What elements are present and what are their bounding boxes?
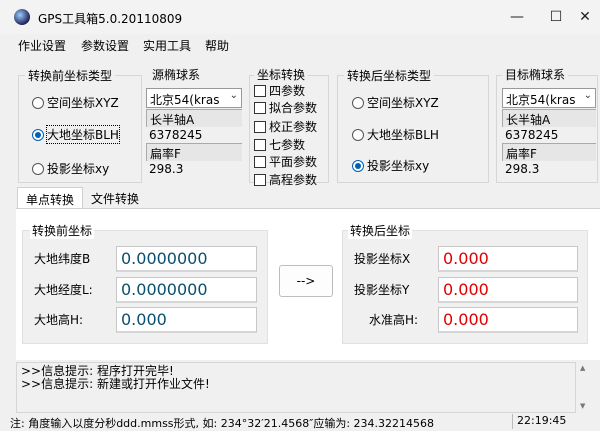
scroll-up-icon[interactable]: ▲	[580, 364, 585, 372]
convert-button[interactable]: -->	[279, 265, 333, 297]
src-radio-xyz-label: 空间坐标XYZ	[47, 96, 119, 110]
height-input[interactable]: 0.000	[116, 307, 257, 333]
check-seven-params[interactable]: 七参数	[254, 136, 305, 153]
menu-utilities[interactable]: 实用工具	[143, 37, 191, 54]
level-height-label: 水准高H:	[369, 313, 419, 327]
status-time: 22:19:45	[512, 414, 592, 429]
minimize-button[interactable]: —	[507, 8, 527, 26]
after-coord-label: 转换后坐标	[348, 222, 413, 239]
tab-single-point[interactable]: 单点转换	[17, 187, 83, 209]
check-seven-params-label: 七参数	[269, 138, 306, 152]
menu-bar: 作业设置 参数设置 实用工具 帮助	[0, 34, 600, 56]
src-radio-blh-label: 大地坐标BLH	[46, 125, 120, 144]
title-bar: GPS工具箱5.0.20110809 — ☐ ✕	[0, 0, 600, 34]
lat-input[interactable]: 0.0000000	[116, 246, 257, 272]
log-line: >>信息提示: 新建或打开作业文件!	[21, 377, 210, 391]
window-title: GPS工具箱5.0.20110809	[38, 12, 183, 26]
lon-input[interactable]: 0.0000000	[116, 277, 257, 303]
dst-ellipsoid-label: 目标椭球系	[502, 66, 569, 83]
scroll-down-icon[interactable]: ▼	[580, 402, 585, 410]
level-height-output[interactable]: 0.000	[438, 307, 578, 333]
proj-y-label: 投影坐标Y	[354, 283, 410, 297]
src-a-label: 长半轴A	[146, 109, 242, 127]
dst-ellipsoid-select[interactable]: 北京54(kras ⌄	[502, 88, 596, 108]
check-correct-params[interactable]: 校正参数	[254, 118, 317, 135]
lon-label: 大地经度L:	[34, 283, 93, 297]
proj-y-output[interactable]: 0.000	[438, 277, 578, 303]
proj-x-label: 投影坐标X	[354, 252, 411, 266]
check-correct-params-label: 校正参数	[269, 120, 318, 134]
transform-label: 坐标转换	[254, 66, 309, 83]
src-ellipsoid-label: 源椭球系	[152, 68, 201, 82]
dst-ellipsoid-value: 北京54(kras	[506, 93, 576, 107]
dst-radio-blh-label: 大地坐标BLH	[367, 128, 439, 142]
src-ellipsoid-value: 北京54(kras	[150, 93, 220, 107]
globe-app-icon	[14, 9, 30, 25]
dst-radio-blh[interactable]: 大地坐标BLH	[352, 126, 439, 143]
src-coord-type-label: 转换前坐标类型	[25, 67, 116, 84]
dst-radio-xy-label: 投影坐标xy	[367, 159, 430, 173]
menu-param-settings[interactable]: 参数设置	[81, 37, 129, 54]
close-button[interactable]: ✕	[575, 8, 595, 26]
tab-file-convert[interactable]: 文件转换	[91, 190, 139, 207]
proj-x-output[interactable]: 0.000	[438, 246, 578, 272]
dst-coord-type-label: 转换后坐标类型	[344, 67, 435, 84]
check-height-params[interactable]: 高程参数	[254, 171, 317, 188]
menu-help[interactable]: 帮助	[205, 37, 229, 54]
dst-radio-xy[interactable]: 投影坐标xy	[352, 157, 429, 174]
src-ellipsoid-select[interactable]: 北京54(kras ⌄	[146, 88, 242, 108]
dst-a-label: 长半轴A	[502, 109, 596, 127]
dst-radio-xyz[interactable]: 空间坐标XYZ	[352, 94, 439, 111]
src-radio-xy-label: 投影坐标xy	[47, 162, 110, 176]
check-fit-params[interactable]: 拟合参数	[254, 99, 317, 116]
height-label: 大地高H:	[34, 313, 84, 327]
lat-label: 大地纬度B	[34, 252, 91, 266]
check-height-params-label: 高程参数	[269, 173, 318, 187]
src-radio-xy[interactable]: 投影坐标xy	[32, 160, 109, 177]
check-four-params-label: 四参数	[269, 84, 306, 98]
src-radio-xyz[interactable]: 空间坐标XYZ	[32, 94, 119, 111]
maximize-button[interactable]: ☐	[546, 8, 566, 26]
src-f-label: 扁率F	[146, 143, 242, 161]
dst-f-label: 扁率F	[502, 143, 596, 161]
check-plane-params[interactable]: 平面参数	[254, 153, 317, 170]
dst-f-value: 298.3	[502, 161, 596, 179]
chevron-down-icon: ⌄	[229, 90, 238, 101]
main-window: GPS工具箱5.0.20110809 — ☐ ✕ 作业设置 参数设置 实用工具 …	[0, 0, 600, 430]
menu-job-settings[interactable]: 作业设置	[18, 37, 66, 54]
before-coord-label: 转换前坐标	[30, 222, 95, 239]
status-bar: 注: 角度输入以度分秒ddd.mmss形式, 如: 234°32′21.4568…	[0, 414, 600, 430]
dst-radio-xyz-label: 空间坐标XYZ	[367, 96, 439, 110]
check-four-params[interactable]: 四参数	[254, 82, 305, 99]
check-fit-params-label: 拟合参数	[269, 101, 318, 115]
src-radio-blh[interactable]: 大地坐标BLH	[32, 125, 120, 144]
check-plane-params-label: 平面参数	[269, 155, 318, 169]
chevron-down-icon: ⌄	[583, 90, 592, 101]
log-scrollbar[interactable]: ▲ ▼	[578, 362, 588, 413]
info-log[interactable]: >>信息提示: 程序打开完毕! >>信息提示: 新建或打开作业文件!	[16, 362, 576, 413]
src-f-value: 298.3	[146, 161, 242, 179]
